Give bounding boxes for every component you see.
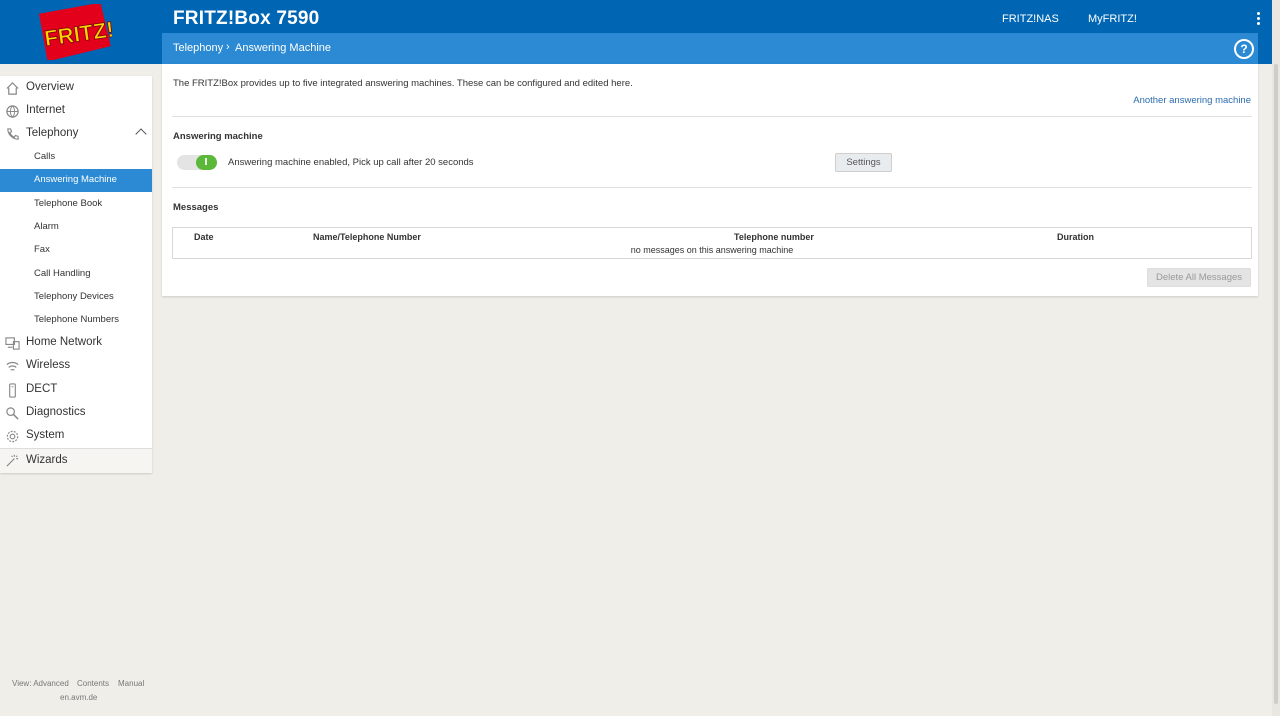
answering-machine-toggle[interactable] bbox=[177, 155, 217, 170]
fritz-nas-link[interactable]: FRITZ!NAS bbox=[1002, 13, 1059, 25]
sidebar-subitem-label: Telephone Book bbox=[34, 198, 103, 209]
manual-link[interactable]: Manual bbox=[118, 679, 144, 688]
messages-heading: Messages bbox=[173, 202, 219, 213]
sidebar: Overview Internet Telephony Calls Answer… bbox=[0, 76, 152, 473]
breadcrumb-answering-machine: Answering Machine bbox=[235, 42, 331, 54]
sidebar-item-label: DECT bbox=[26, 383, 58, 395]
system-gear-icon bbox=[6, 430, 19, 443]
sidebar-subitem-telephone-book[interactable]: Telephone Book bbox=[0, 193, 152, 216]
help-icon[interactable]: ? bbox=[1234, 39, 1254, 59]
column-header-date[interactable]: Date bbox=[194, 232, 214, 242]
empty-messages-row: no messages on this answering machine bbox=[630, 245, 794, 255]
fritz-logo[interactable]: FRITZ! bbox=[36, 4, 112, 60]
column-header-duration[interactable]: Duration bbox=[1057, 232, 1094, 242]
sidebar-item-telephony[interactable]: Telephony bbox=[0, 123, 152, 146]
breadcrumb: Telephony › Answering Machine bbox=[162, 33, 1258, 64]
page-title: FRITZ!Box 7590 bbox=[173, 8, 320, 29]
divider bbox=[172, 116, 1252, 117]
sidebar-item-internet[interactable]: Internet bbox=[0, 100, 152, 123]
sidebar-subitem-answering-machine[interactable]: Answering Machine bbox=[0, 169, 152, 192]
settings-button[interactable]: Settings bbox=[835, 153, 892, 172]
column-header-name[interactable]: Name/Telephone Number bbox=[313, 232, 421, 242]
contents-link[interactable]: Contents bbox=[77, 679, 109, 688]
delete-all-messages-button[interactable]: Delete All Messages bbox=[1147, 268, 1251, 287]
another-answering-machine-link[interactable]: Another answering machine bbox=[1133, 95, 1251, 106]
sidebar-item-home-network[interactable]: Home Network bbox=[0, 332, 152, 355]
sidebar-item-dect[interactable]: DECT bbox=[0, 379, 152, 402]
home-icon bbox=[6, 82, 19, 95]
breadcrumb-chevron-icon: › bbox=[226, 41, 230, 53]
diagnostics-icon bbox=[6, 407, 19, 420]
sidebar-item-overview[interactable]: Overview bbox=[0, 77, 152, 100]
sidebar-item-label: System bbox=[26, 429, 65, 441]
sidebar-item-system[interactable]: System bbox=[0, 425, 152, 448]
main-panel: The FRITZ!Box provides up to five integr… bbox=[162, 64, 1258, 296]
wizard-icon bbox=[6, 454, 19, 467]
myfritz-link[interactable]: MyFRITZ! bbox=[1088, 13, 1137, 25]
sidebar-item-label: Overview bbox=[26, 81, 74, 93]
sidebar-item-wireless[interactable]: Wireless bbox=[0, 355, 152, 378]
intro-text: The FRITZ!Box provides up to five integr… bbox=[173, 78, 633, 89]
sidebar-subitem-label: Alarm bbox=[34, 221, 59, 232]
sidebar-subitem-fax[interactable]: Fax bbox=[0, 239, 152, 262]
breadcrumb-telephony[interactable]: Telephony bbox=[173, 42, 223, 54]
sidebar-subitem-calls[interactable]: Calls bbox=[0, 146, 152, 169]
dect-handset-icon bbox=[9, 383, 16, 398]
sidebar-subitem-label: Fax bbox=[34, 244, 50, 255]
avm-domain-link[interactable]: en.avm.de bbox=[60, 693, 97, 702]
more-menu-icon[interactable] bbox=[1252, 12, 1264, 28]
sidebar-item-wizards[interactable]: Wizards bbox=[0, 449, 152, 473]
toggle-on-indicator bbox=[196, 155, 217, 170]
view-advanced-link[interactable]: View: Advanced bbox=[12, 679, 69, 688]
messages-table: Date Name/Telephone Number Telephone num… bbox=[172, 227, 1252, 259]
sidebar-subitem-telephone-numbers[interactable]: Telephone Numbers bbox=[0, 309, 152, 332]
sidebar-subitem-telephony-devices[interactable]: Telephony Devices bbox=[0, 286, 152, 309]
sidebar-item-label: Telephony bbox=[26, 127, 79, 139]
sidebar-subitem-label: Telephony Devices bbox=[34, 291, 114, 302]
sidebar-subitem-alarm[interactable]: Alarm bbox=[0, 216, 152, 239]
sidebar-subitem-label: Telephone Numbers bbox=[34, 314, 120, 325]
column-header-telephone-number[interactable]: Telephone number bbox=[734, 232, 814, 242]
sidebar-item-diagnostics[interactable]: Diagnostics bbox=[0, 402, 152, 425]
sidebar-subitem-label: Answering Machine bbox=[34, 174, 117, 185]
sidebar-subitem-label: Calls bbox=[34, 151, 56, 162]
chevron-up-icon[interactable] bbox=[135, 128, 147, 140]
answering-machine-status: Answering machine enabled, Pick up call … bbox=[228, 157, 474, 168]
sidebar-subitem-call-handling[interactable]: Call Handling bbox=[0, 263, 152, 286]
logo-area: FRITZ! bbox=[0, 0, 152, 64]
scrollbar-thumb[interactable] bbox=[1274, 64, 1278, 704]
phone-icon bbox=[7, 128, 19, 140]
sidebar-item-label: Wizards bbox=[26, 454, 68, 466]
sidebar-item-label: Internet bbox=[26, 104, 65, 116]
sidebar-item-label: Wireless bbox=[26, 359, 71, 371]
network-icon bbox=[5, 337, 20, 350]
globe-icon bbox=[6, 105, 19, 118]
sidebar-item-label: Home Network bbox=[26, 336, 103, 348]
answering-machine-heading: Answering machine bbox=[173, 131, 263, 142]
sidebar-item-label: Diagnostics bbox=[26, 406, 86, 418]
wifi-icon bbox=[6, 361, 19, 371]
divider bbox=[172, 187, 1252, 188]
sidebar-subitem-label: Call Handling bbox=[34, 268, 91, 279]
